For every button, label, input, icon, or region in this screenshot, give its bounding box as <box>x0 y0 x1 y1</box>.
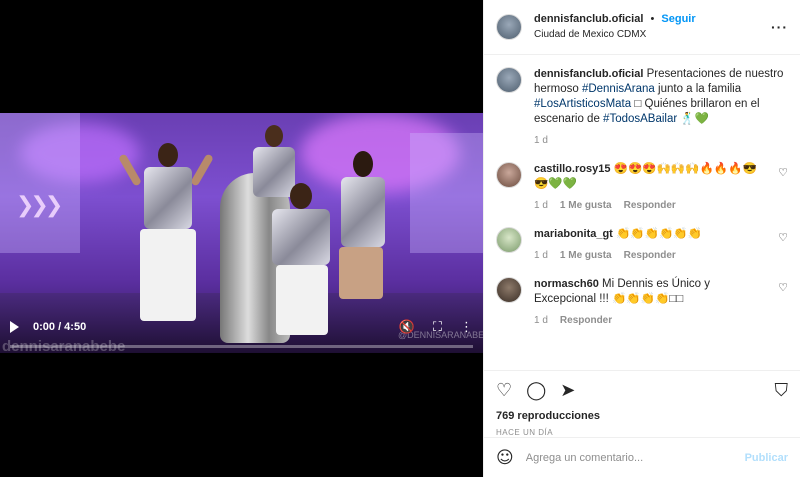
caption-part: 🕺💚 <box>677 113 710 125</box>
hashtag-link[interactable]: #TodosABailar <box>603 113 677 125</box>
heart-icon[interactable]: ♡ <box>778 281 788 294</box>
play-icon[interactable] <box>10 321 19 333</box>
heart-icon[interactable]: ♡ <box>778 231 788 244</box>
comment-input[interactable] <box>525 451 733 464</box>
more-vertical-icon[interactable]: ⋮ <box>460 320 473 335</box>
stage-panel <box>410 133 483 253</box>
separator-dot: • <box>650 13 655 25</box>
caption-age: 1 d <box>534 135 548 146</box>
avatar[interactable] <box>496 227 522 253</box>
post-location[interactable]: Ciudad de Mexico CDMX <box>534 27 696 42</box>
video-controls: 0:00 / 4:50 🔇 ⛶ ⋮ <box>0 312 483 342</box>
avatar[interactable] <box>496 162 522 188</box>
avatar[interactable] <box>496 67 522 93</box>
comment-username[interactable]: castillo.rosy15 <box>534 163 610 175</box>
comment-meta: 1 d 1 Me gusta Responder <box>534 200 768 211</box>
comment-username[interactable]: normasch60 <box>534 278 599 290</box>
caption-meta: 1 d <box>534 135 788 146</box>
hashtag-link[interactable]: #LosArtisticosMata <box>534 98 631 110</box>
view-count[interactable]: 769 reproducciones <box>484 410 800 422</box>
caption-text: dennisfanclub.oficial Presentaciones de … <box>534 67 788 127</box>
comment-item: mariabonita_gt 👏👏👏👏👏👏 1 d 1 Me gusta Res… <box>496 227 788 261</box>
publish-button[interactable]: Publicar <box>745 452 788 464</box>
comment-icon[interactable]: ◯ <box>526 381 546 400</box>
post-timestamp: HACE UN DÍA <box>496 428 554 437</box>
comment-item: normasch60 Mi Dennis es Único y Excepcio… <box>496 277 788 326</box>
comment-meta: 1 d Responder <box>534 315 768 326</box>
comment-meta: 1 d 1 Me gusta Responder <box>534 250 768 261</box>
mute-icon[interactable]: 🔇 <box>399 320 415 335</box>
comment-age: 1 d <box>534 250 548 261</box>
comment-item: castillo.rosy15 😍😍😍🙌🙌🙌🔥🔥🔥😎😎💚💚 1 d 1 Me g… <box>496 162 788 211</box>
post-modal: ❯❯❯ dennisaranabebe @DENNISARANABEB 0:00… <box>0 0 800 477</box>
comment-age: 1 d <box>534 200 548 211</box>
post-sidebar: dennisfanclub.oficial • Seguir Ciudad de… <box>483 0 800 477</box>
comment-username[interactable]: mariabonita_gt <box>534 228 613 240</box>
comment-text: castillo.rosy15 😍😍😍🙌🙌🙌🔥🔥🔥😎😎💚💚 <box>534 162 768 192</box>
post-header: dennisfanclub.oficial • Seguir Ciudad de… <box>484 0 800 55</box>
comment-text: mariabonita_gt 👏👏👏👏👏👏 <box>534 227 768 242</box>
reply-button[interactable]: Responder <box>624 200 676 211</box>
heart-icon[interactable]: ♡ <box>778 166 788 179</box>
video-player[interactable]: ❯❯❯ dennisaranabebe @DENNISARANABEB 0:00… <box>0 0 483 477</box>
author-username[interactable]: dennisfanclub.oficial <box>534 13 643 25</box>
chevron-decoration: ❯❯❯ <box>16 193 63 218</box>
video-time: 0:00 / 4:50 <box>33 321 87 333</box>
comment-text: normasch60 Mi Dennis es Único y Excepcio… <box>534 277 768 307</box>
caption-username[interactable]: dennisfanclub.oficial <box>534 68 643 80</box>
like-icon[interactable]: ♡ <box>496 381 512 400</box>
follow-button[interactable]: Seguir <box>661 13 695 25</box>
caption-part: junto a la familia <box>654 83 742 95</box>
video-progress-bar[interactable] <box>10 345 473 348</box>
comment-likes[interactable]: 1 Me gusta <box>560 250 612 261</box>
reply-button[interactable]: Responder <box>624 250 676 261</box>
avatar[interactable] <box>496 14 522 40</box>
comment-age: 1 d <box>534 315 548 326</box>
stage-panel <box>0 113 80 253</box>
avatar[interactable] <box>496 277 522 303</box>
fullscreen-icon[interactable]: ⛶ <box>433 320 442 335</box>
video-controls-right: 🔇 ⛶ ⋮ <box>399 320 473 335</box>
comment-composer: ☺ Publicar <box>484 437 800 477</box>
more-horizontal-icon[interactable]: ··· <box>771 19 788 35</box>
post-header-text: dennisfanclub.oficial • Seguir Ciudad de… <box>534 12 696 42</box>
emoji-icon[interactable]: ☺ <box>496 448 514 468</box>
comment-likes[interactable]: 1 Me gusta <box>560 200 612 211</box>
comments-list[interactable]: dennisfanclub.oficial Presentaciones de … <box>484 55 800 370</box>
share-icon[interactable]: ➤ <box>560 381 575 400</box>
bookmark-icon[interactable]: ⛉ <box>775 381 789 400</box>
post-actions: ♡ ◯ ➤ ⛉ <box>484 370 800 410</box>
reply-button[interactable]: Responder <box>560 315 612 326</box>
post-caption: dennisfanclub.oficial Presentaciones de … <box>496 67 788 146</box>
hashtag-link[interactable]: #DennisArana <box>582 83 655 95</box>
comment-content: 👏👏👏👏👏👏 <box>616 228 702 240</box>
